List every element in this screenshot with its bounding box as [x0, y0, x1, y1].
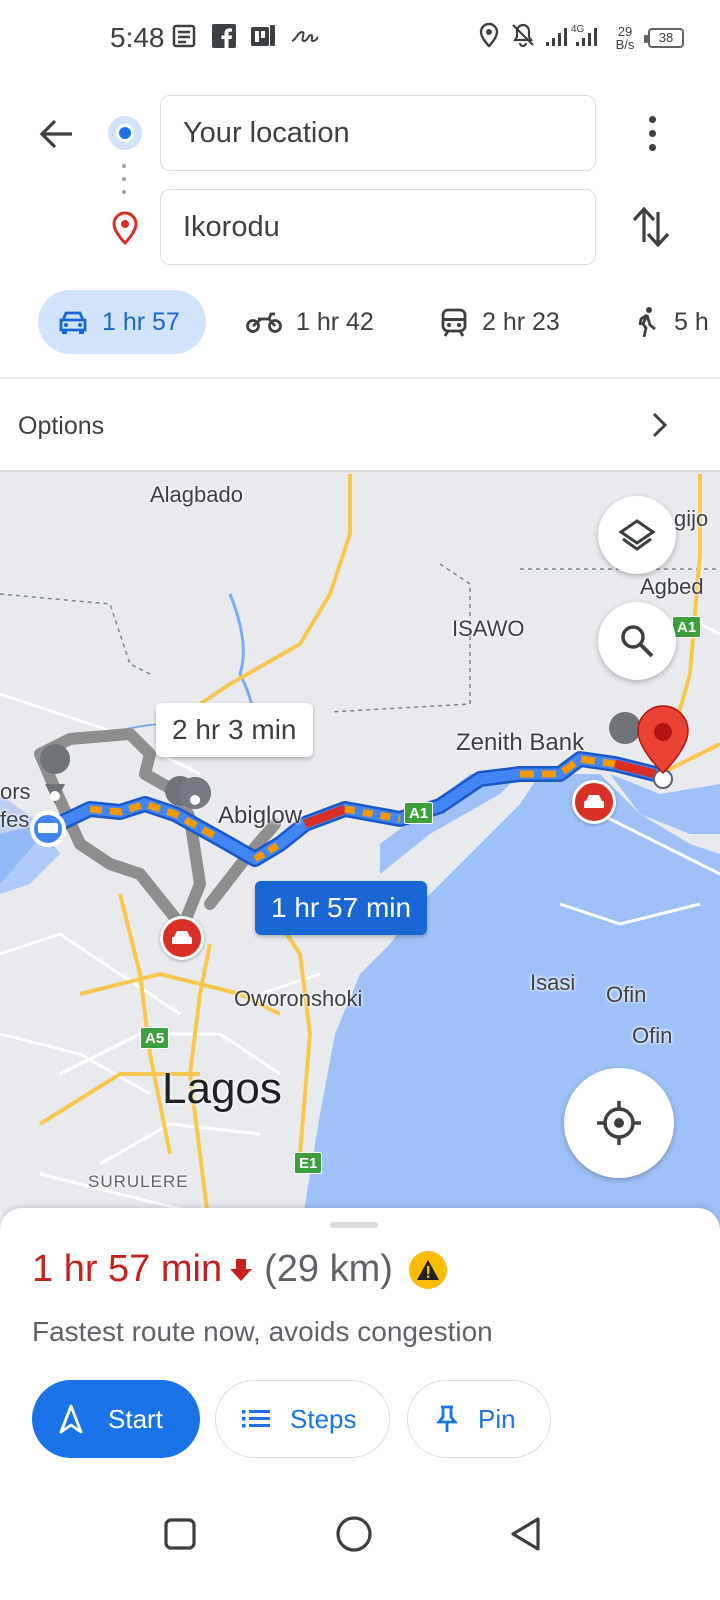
circle-icon	[336, 1516, 372, 1552]
pin-button-label: Pin	[478, 1403, 516, 1434]
system-status-icons: 4G 29 B/s 38	[478, 22, 684, 53]
main-route-callout[interactable]: 1 hr 57 min	[255, 881, 428, 935]
tab-driving[interactable]: 1 hr 57	[38, 290, 206, 354]
options-label: Options	[18, 412, 105, 440]
route-description: Fastest route now, avoids congestion	[32, 1316, 493, 1347]
my-location-icon	[597, 1101, 641, 1145]
road-shield-a1: A1	[404, 802, 434, 824]
swap-locations-button[interactable]	[626, 200, 676, 254]
recents-button[interactable]	[150, 1504, 210, 1564]
navigation-arrow-icon	[59, 1404, 83, 1434]
map-label-isawo: ISAWO	[452, 616, 525, 641]
tab-motorcycle-label: 1 hr 42	[296, 307, 374, 336]
chevron-right-icon	[652, 412, 668, 438]
steps-button[interactable]: Steps	[215, 1380, 390, 1458]
map-label-fes: fes	[0, 807, 30, 832]
destination-pin-icon	[110, 210, 140, 246]
pin-button[interactable]: Pin	[407, 1380, 551, 1458]
route-duration: 1 hr 57 min	[32, 1248, 223, 1290]
list-icon	[242, 1410, 270, 1428]
system-navigation-bar	[0, 1484, 720, 1600]
app-icon	[250, 24, 276, 53]
traffic-incident-icon-2[interactable]	[572, 780, 616, 824]
location-icon	[478, 22, 500, 53]
origin-marker-icon	[108, 116, 142, 150]
news-icon	[172, 24, 198, 53]
road-shield-e1: E1	[294, 1152, 323, 1174]
recenter-button[interactable]	[564, 1068, 674, 1178]
motorcycle-icon	[246, 312, 282, 333]
origin-input[interactable]: Your location	[160, 95, 596, 171]
arrow-down-icon	[230, 1258, 253, 1281]
traffic-incident-icon[interactable]	[160, 916, 204, 960]
notification-icons	[172, 24, 320, 53]
search-along-route-button[interactable]	[598, 602, 676, 680]
mute-icon	[510, 22, 536, 53]
destination-input[interactable]: Ikorodu	[160, 189, 596, 265]
map-label-alagbado: Alagbado	[150, 482, 243, 507]
map-view[interactable]: Alagbado ISAWO Agbed gijo Zenith Bank Ab…	[0, 474, 720, 1234]
layers-button[interactable]	[598, 496, 676, 574]
tab-walking[interactable]: 5 h	[634, 290, 709, 354]
net-speed-unit: B/s	[615, 36, 635, 52]
back-nav-button[interactable]	[496, 1504, 556, 1564]
layers-icon	[618, 519, 656, 551]
back-button[interactable]	[34, 112, 78, 156]
route-summary: 1 hr 57 min (29 km)	[32, 1248, 447, 1291]
warning-icon[interactable]	[408, 1250, 447, 1289]
signature-icon	[290, 26, 320, 51]
status-time: 5:48	[110, 22, 165, 53]
arrow-back-icon	[39, 119, 72, 149]
signal-icon: 4G	[546, 22, 602, 53]
drag-handle[interactable]	[330, 1222, 378, 1228]
map-label-ofin-2: Ofin	[632, 1023, 673, 1048]
walking-icon	[638, 307, 656, 338]
status-bar: 5:48 4G 29 B/s 38	[0, 0, 720, 80]
travel-mode-tabs: 1 hr 57 1 hr 42 2 hr 23 5 h	[0, 290, 720, 354]
home-button[interactable]	[324, 1504, 384, 1564]
options-row[interactable]: Options	[0, 380, 720, 472]
facebook-icon	[212, 24, 236, 53]
net-speed: 29 B/s	[612, 25, 638, 51]
square-icon	[164, 1518, 196, 1550]
map-label-agbed: Agbed	[640, 574, 704, 599]
alt-route-callout[interactable]: 2 hr 3 min	[156, 703, 313, 757]
triangle-back-icon	[511, 1517, 540, 1551]
tab-driving-label: 1 hr 57	[102, 307, 180, 336]
map-label-abiglow: Abiglow	[218, 802, 303, 829]
map-label-isasi: Isasi	[530, 970, 576, 995]
tab-transit-label: 2 hr 23	[482, 307, 560, 336]
route-connector	[122, 164, 128, 194]
map-label-zenith-bank: Zenith Bank	[456, 729, 585, 756]
pin-icon	[436, 1405, 458, 1432]
swap-icon	[632, 206, 670, 248]
svg-text:4G: 4G	[571, 24, 585, 35]
boundary-line	[329, 563, 471, 713]
map-label-oworonshoki: Oworonshoki	[234, 986, 363, 1011]
start-button[interactable]: Start	[32, 1380, 200, 1458]
transit-icon	[441, 308, 467, 337]
road-shield-a1-east: A1	[672, 616, 702, 638]
map-label-ors: ors	[0, 779, 31, 804]
battery-icon: 38	[644, 27, 684, 48]
boundary-line-2	[0, 593, 151, 675]
car-icon	[59, 311, 87, 334]
map-label-gijo: gijo	[674, 506, 709, 531]
start-button-label: Start	[108, 1403, 163, 1434]
map-label-surulere: SURULERE	[88, 1172, 189, 1191]
search-icon	[621, 625, 654, 658]
divider	[0, 377, 720, 379]
steps-button-label: Steps	[290, 1403, 357, 1434]
route-distance: (29 km)	[264, 1248, 393, 1290]
tab-transit[interactable]: 2 hr 23	[440, 290, 560, 354]
more-options-button[interactable]	[628, 108, 676, 158]
road-shield-a5: A5	[140, 1027, 170, 1049]
tab-walking-label: 5 h	[674, 307, 709, 336]
map-label-lagos: Lagos	[162, 1064, 282, 1113]
map-label-ofin-1: Ofin	[606, 982, 647, 1007]
tab-motorcycle[interactable]: 1 hr 42	[246, 290, 374, 354]
